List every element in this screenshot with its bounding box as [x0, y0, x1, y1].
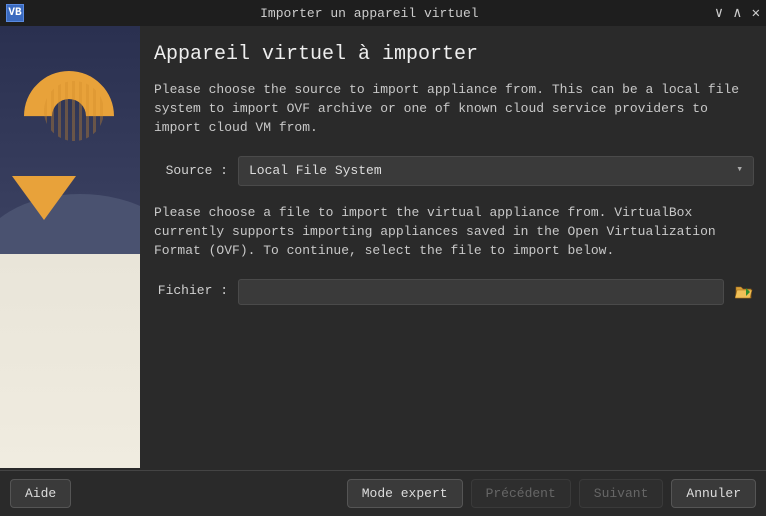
minimize-icon[interactable]: ∨ [715, 5, 723, 22]
window-title: Importer un appareil virtuel [30, 6, 709, 21]
file-input[interactable] [238, 279, 724, 305]
source-row: Source : Local File System ▾ [154, 156, 754, 187]
file-desc-text: Please choose a file to import the virtu… [154, 204, 754, 261]
titlebar: VB Importer un appareil virtuel ∨ ∧ ✕ [0, 0, 766, 26]
file-row: Fichier : [154, 279, 754, 305]
body: Appareil virtuel à importer Please choos… [0, 26, 766, 468]
source-select-value: Local File System [249, 162, 382, 181]
back-button: Précédent [471, 479, 571, 508]
source-select[interactable]: Local File System ▾ [238, 156, 754, 187]
app-icon: VB [6, 4, 24, 22]
main-panel: Appareil virtuel à importer Please choos… [140, 26, 766, 468]
cancel-button[interactable]: Annuler [671, 479, 756, 508]
footer: Aide Mode expert Précédent Suivant Annul… [0, 470, 766, 516]
folder-open-icon [735, 284, 753, 300]
browse-button[interactable] [734, 282, 754, 302]
close-icon[interactable]: ✕ [752, 5, 760, 22]
help-button[interactable]: Aide [10, 479, 71, 508]
maximize-icon[interactable]: ∧ [733, 5, 741, 22]
source-label: Source : [154, 162, 228, 181]
chevron-down-icon: ▾ [736, 163, 743, 179]
page-heading: Appareil virtuel à importer [154, 40, 754, 69]
file-label: Fichier : [154, 282, 228, 301]
window-controls: ∨ ∧ ✕ [715, 5, 760, 22]
next-button: Suivant [579, 479, 664, 508]
wizard-sidebar-graphic [0, 26, 140, 468]
expert-mode-button[interactable]: Mode expert [347, 479, 463, 508]
intro-text: Please choose the source to import appli… [154, 81, 754, 138]
